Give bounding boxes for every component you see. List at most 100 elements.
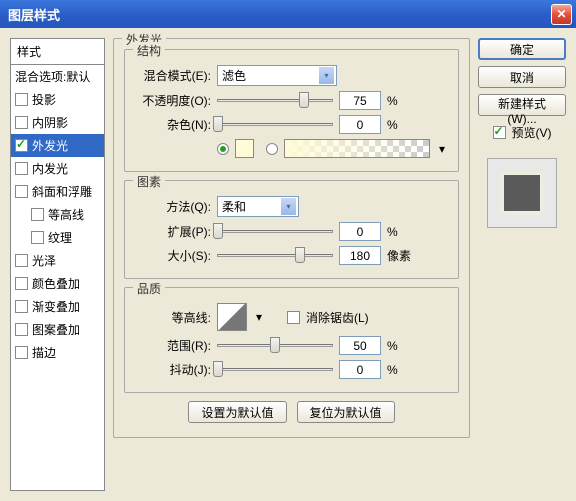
styles-list-header[interactable]: 样式 [11,39,104,65]
chevron-down-icon: ▾ [281,198,296,215]
list-item[interactable]: 渐变叠加 [11,295,104,318]
style-label: 纹理 [48,229,72,246]
window-title: 图层样式 [8,5,60,24]
new-style-button[interactable]: 新建样式(W)... [478,94,566,116]
style-label: 光泽 [32,252,56,269]
right-panel: 确定 取消 新建样式(W)... 预览(V) [478,38,566,491]
ok-button[interactable]: 确定 [478,38,566,60]
style-checkbox[interactable] [15,277,28,290]
size-label: 大小(S): [135,247,211,264]
chevron-down-icon: ▾ [319,67,334,84]
style-checkbox[interactable] [15,254,28,267]
blend-mode-dropdown[interactable]: 滤色 ▾ [217,65,337,86]
jitter-input[interactable] [339,360,381,379]
range-slider[interactable] [217,344,333,347]
size-slider[interactable] [217,254,333,257]
style-label: 颜色叠加 [32,275,80,292]
list-item[interactable]: 图案叠加 [11,318,104,341]
preview-checkbox[interactable] [493,126,506,139]
opacity-input[interactable] [339,91,381,110]
elements-group: 图素 方法(Q): 柔和 ▾ 扩展(P): % 大小(S): [124,180,459,279]
blend-mode-label: 混合模式(E): [135,67,211,84]
list-item[interactable]: 颜色叠加 [11,272,104,295]
dialog-body: 样式 混合选项:默认投影内阴影外发光内发光斜面和浮雕等高线纹理光泽颜色叠加渐变叠… [0,28,576,501]
style-checkbox[interactable] [15,323,28,336]
size-input[interactable] [339,246,381,265]
close-button[interactable]: ✕ [551,4,572,25]
style-label: 图案叠加 [32,321,80,338]
list-item[interactable]: 等高线 [11,203,104,226]
gradient-radio[interactable] [266,143,278,155]
list-item[interactable]: 斜面和浮雕 [11,180,104,203]
styles-list: 样式 混合选项:默认投影内阴影外发光内发光斜面和浮雕等高线纹理光泽颜色叠加渐变叠… [10,38,105,491]
structure-group: 结构 混合模式(E): 滤色 ▾ 不透明度(O): % 杂色(N): [124,49,459,172]
preview-thumbnail [504,175,540,211]
spread-input[interactable] [339,222,381,241]
style-checkbox[interactable] [15,346,28,359]
set-default-button[interactable]: 设置为默认值 [188,401,286,423]
contour-picker-icon[interactable]: ▾ [253,310,265,324]
style-label: 混合选项:默认 [15,68,90,85]
technique-label: 方法(Q): [135,198,211,215]
structure-title: 结构 [133,42,165,59]
list-item[interactable]: 描边 [11,341,104,364]
antialias-checkbox[interactable] [287,311,300,324]
list-item[interactable]: 内发光 [11,157,104,180]
style-label: 斜面和浮雕 [32,183,92,200]
technique-dropdown[interactable]: 柔和 ▾ [217,196,299,217]
noise-input[interactable] [339,115,381,134]
list-item[interactable]: 外发光 [11,134,104,157]
percent-unit: % [387,94,398,108]
spread-slider[interactable] [217,230,333,233]
preview-box [487,158,557,228]
style-checkbox[interactable] [15,162,28,175]
style-checkbox[interactable] [31,208,44,221]
spread-label: 扩展(P): [135,223,211,240]
quality-group: 品质 等高线: ▾ 消除锯齿(L) 范围(R): % 抖动(J): [124,287,459,393]
list-item[interactable]: 纹理 [11,226,104,249]
style-checkbox[interactable] [15,300,28,313]
reset-default-button[interactable]: 复位为默认值 [297,401,395,423]
list-item[interactable]: 内阴影 [11,111,104,134]
range-label: 范围(R): [135,337,211,354]
gradient-swatch[interactable] [284,139,430,158]
style-checkbox[interactable] [15,93,28,106]
preview-label: 预览(V) [512,124,552,141]
cancel-button[interactable]: 取消 [478,66,566,88]
contour-swatch[interactable] [217,303,247,331]
style-checkbox[interactable] [15,139,28,152]
close-icon: ✕ [556,7,566,21]
opacity-label: 不透明度(O): [135,92,211,109]
titlebar: 图层样式 ✕ [0,0,576,28]
outer-glow-group: 外发光 结构 混合模式(E): 滤色 ▾ 不透明度(O): % [113,38,470,438]
opacity-slider[interactable] [217,99,333,102]
px-unit: 像素 [387,247,411,264]
jitter-label: 抖动(J): [135,361,211,378]
list-item[interactable]: 投影 [11,88,104,111]
noise-label: 杂色(N): [135,116,211,133]
style-label: 外发光 [32,137,68,154]
style-label: 描边 [32,344,56,361]
color-radio[interactable] [217,143,229,155]
style-label: 等高线 [48,206,84,223]
list-item[interactable]: 光泽 [11,249,104,272]
percent-unit: % [387,363,398,377]
style-checkbox[interactable] [15,116,28,129]
style-label: 内发光 [32,160,68,177]
style-checkbox[interactable] [31,231,44,244]
noise-slider[interactable] [217,123,333,126]
style-label: 投影 [32,91,56,108]
blend-mode-value: 滤色 [222,67,246,84]
color-swatch[interactable] [235,139,254,158]
range-input[interactable] [339,336,381,355]
percent-unit: % [387,339,398,353]
antialias-label: 消除锯齿(L) [306,309,369,326]
list-item[interactable]: 混合选项:默认 [11,65,104,88]
gradient-picker-icon[interactable]: ▾ [436,142,448,156]
contour-label: 等高线: [135,309,211,326]
percent-unit: % [387,118,398,132]
main-panel: 外发光 结构 混合模式(E): 滤色 ▾ 不透明度(O): % [113,38,470,491]
style-checkbox[interactable] [15,185,28,198]
quality-title: 品质 [133,280,165,297]
jitter-slider[interactable] [217,368,333,371]
